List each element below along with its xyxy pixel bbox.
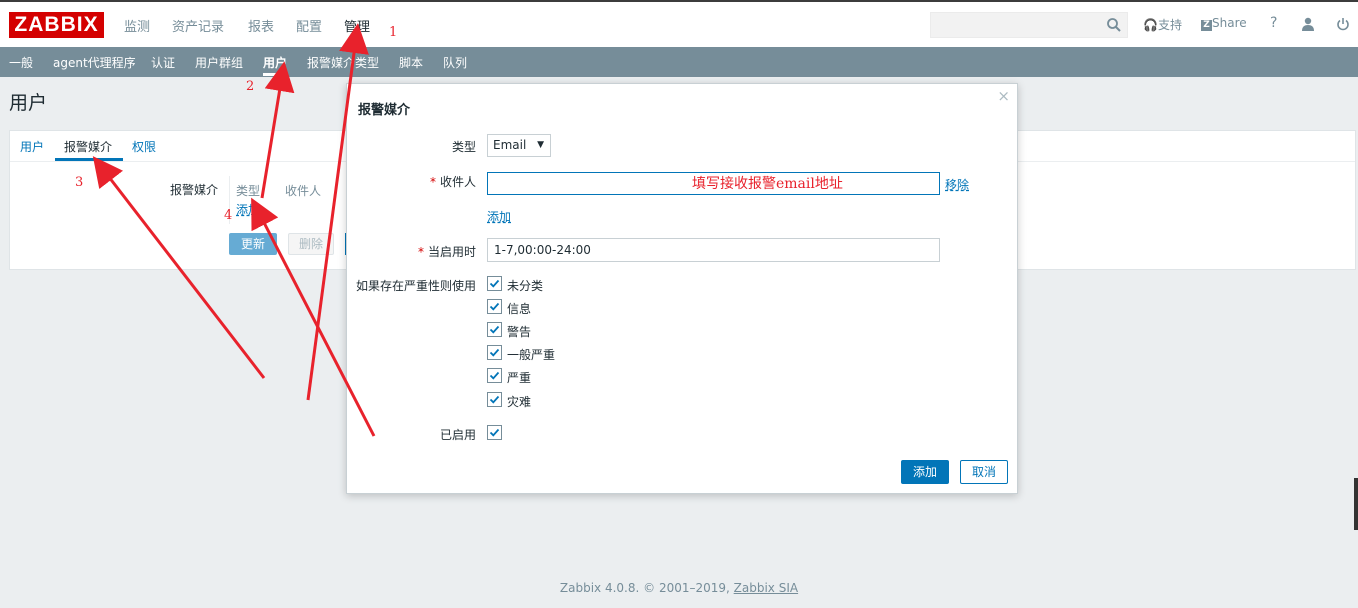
media-dialog: 报警媒介 × 类型 Email ▼ * 收件人 移除 添加 * 当启用时 1-7,0… [346, 83, 1018, 494]
checkbox[interactable] [487, 392, 502, 407]
help-icon[interactable]: ? [1270, 15, 1277, 31]
when-active-label: * 当启用时 [418, 243, 476, 260]
annotation-number-2: 2 [246, 79, 255, 94]
annotation-number-4: 4 [224, 208, 233, 223]
type-select-value: Email [493, 138, 527, 152]
media-col-type: 类型 [236, 184, 261, 198]
checkbox[interactable] [487, 276, 502, 291]
subnav-queue[interactable]: 队列 [443, 54, 467, 71]
when-active-input[interactable]: 1-7,00:00-24:00 [487, 238, 940, 262]
media-table: 类型 收件人 添加 [229, 176, 349, 224]
enabled-checkbox[interactable] [487, 425, 502, 440]
subnav-media-types[interactable]: 报警媒介类型 [307, 54, 379, 71]
severity-label-text: 严重 [507, 371, 532, 385]
add-recipient-link[interactable]: 添加 [487, 208, 511, 225]
footer: Zabbix 4.0.8. © 2001–2019, Zabbix SIA [0, 581, 1358, 595]
dropdown-caret-icon: ▼ [537, 140, 544, 150]
subnav-authentication[interactable]: 认证 [151, 54, 175, 71]
type-select[interactable]: Email ▼ [487, 134, 551, 157]
checkmark-icon [489, 302, 500, 311]
nav-inventory[interactable]: 资产记录 [172, 16, 224, 35]
close-icon[interactable]: × [997, 87, 1010, 105]
checkmark-icon [489, 395, 500, 404]
nav-monitoring[interactable]: 监测 [124, 16, 150, 35]
share-icon: Z [1201, 20, 1212, 31]
annotation-number-1: 1 [389, 25, 398, 40]
user-profile-icon[interactable] [1301, 17, 1315, 31]
nav-reports[interactable]: 报表 [248, 16, 274, 35]
scrollbar-thumb[interactable] [1354, 478, 1358, 530]
search-input[interactable] [930, 12, 1128, 38]
severity-label-text: 一般严重 [507, 348, 556, 362]
required-asterisk: * [429, 175, 436, 189]
search-icon[interactable] [1106, 17, 1122, 33]
page-title: 用户 [9, 92, 48, 114]
checkmark-icon [489, 325, 500, 334]
subnav-user-groups[interactable]: 用户群组 [195, 54, 243, 71]
footer-text: Zabbix 4.0.8. © 2001–2019, [559, 581, 734, 595]
recipient-label-text: 收件人 [439, 175, 476, 189]
tab-media[interactable]: 报警媒介 [64, 138, 112, 155]
checkmark-icon [489, 371, 500, 380]
checkmark-icon [489, 279, 500, 288]
checkbox[interactable] [487, 368, 502, 383]
share-label: Share [1212, 16, 1247, 30]
subnav-proxies[interactable]: agent代理程序 [53, 54, 136, 71]
zabbix-logo[interactable]: ZABBIX [9, 12, 104, 38]
add-media-link[interactable]: 添加 [236, 201, 260, 218]
update-button[interactable]: 更新 [229, 233, 277, 255]
severity-label-text: 灾难 [507, 395, 532, 409]
remove-recipient-link[interactable]: 移除 [945, 176, 969, 193]
checkmark-icon [489, 348, 500, 357]
headset-icon: 🎧 [1143, 18, 1158, 32]
media-col-recipient: 收件人 [285, 184, 322, 198]
power-icon[interactable] [1336, 17, 1350, 31]
active-subnav-indicator [263, 73, 287, 76]
add-button[interactable]: 添加 [901, 460, 949, 484]
severity-label-text: 信息 [507, 302, 532, 316]
support-link[interactable]: 🎧支持 [1143, 16, 1182, 33]
top-header: ZABBIX 监测 资产记录 报表 配置 管理 🎧支持 Z Share ? [0, 0, 1358, 47]
annotation-number-3: 3 [75, 175, 84, 190]
severity-label: 如果存在严重性则使用 [355, 279, 476, 293]
delete-button[interactable]: 删除 [288, 233, 334, 255]
when-active-label-text: 当启用时 [427, 245, 476, 259]
severity-label-text: 未分类 [507, 279, 544, 293]
type-label: 类型 [451, 140, 476, 154]
required-asterisk: * [417, 245, 424, 259]
dialog-title: 报警媒介 [358, 103, 411, 118]
footer-link[interactable]: Zabbix SIA [734, 581, 798, 595]
subnav-general[interactable]: 一般 [9, 54, 33, 71]
sub-navigation: 一般 agent代理程序 认证 用户群组 用户 报警媒介类型 脚本 队列 [0, 47, 1358, 77]
enabled-label: 已启用 [439, 428, 476, 442]
checkbox[interactable] [487, 345, 502, 360]
tab-user[interactable]: 用户 [20, 138, 44, 155]
subnav-scripts[interactable]: 脚本 [399, 54, 423, 71]
annotation-hint-text: 填写接收报警email地址 [692, 176, 843, 192]
subnav-users[interactable]: 用户 [263, 54, 287, 71]
tab-permissions[interactable]: 权限 [132, 138, 156, 155]
nav-administration[interactable]: 管理 [344, 16, 370, 35]
checkmark-icon [489, 428, 500, 437]
severity-label-text: 警告 [507, 325, 532, 339]
checkbox[interactable] [487, 299, 502, 314]
nav-configuration[interactable]: 配置 [296, 16, 322, 35]
media-label: 报警媒介 [170, 183, 219, 197]
cancel-button[interactable]: 取消 [960, 460, 1008, 484]
support-label: 支持 [1157, 18, 1182, 32]
recipient-label: * 收件人 [430, 173, 476, 190]
share-link[interactable]: Z Share [1201, 16, 1247, 31]
checkbox[interactable] [487, 322, 502, 337]
